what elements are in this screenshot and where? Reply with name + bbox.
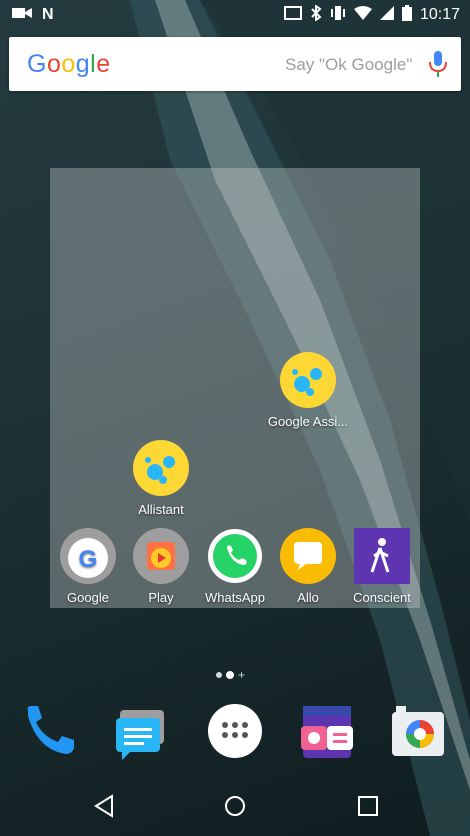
google-logo: Google: [27, 50, 111, 78]
battery-icon: [401, 5, 412, 25]
allo-icon: [280, 528, 336, 584]
recents-button[interactable]: [356, 794, 380, 818]
svg-text:G: G: [79, 546, 98, 573]
camera-icon[interactable]: [388, 704, 444, 760]
play-folder-icon: [133, 528, 189, 584]
back-button[interactable]: [92, 794, 116, 818]
allistant-icon: [133, 440, 189, 496]
app-label: Google: [67, 590, 109, 605]
app-drawer-icon[interactable]: [208, 704, 262, 758]
whatsapp-icon: [207, 528, 263, 584]
signal-icon: [379, 6, 394, 24]
app-allistant[interactable]: Allistant: [116, 440, 206, 517]
video-camera-icon: [12, 6, 32, 24]
app-conscient[interactable]: Conscient: [337, 528, 427, 605]
app-label: Play: [148, 590, 174, 605]
wifi-icon: [353, 6, 372, 24]
news-app-icon[interactable]: [297, 702, 353, 758]
microphone-icon[interactable]: [427, 50, 449, 83]
google-icon: G: [60, 528, 116, 584]
bluetooth-icon: [310, 4, 322, 25]
n-logo-icon: N: [42, 6, 54, 23]
cast-icon: [283, 6, 302, 24]
add-page-icon: +: [238, 668, 246, 682]
app-label: WhatsApp: [205, 590, 265, 605]
app-label: Allo: [297, 590, 319, 605]
page-dot: [216, 672, 222, 678]
phone-icon[interactable]: [20, 702, 76, 758]
app-google-assistant[interactable]: Google Assi...: [263, 352, 353, 429]
status-bar: N 10:17: [0, 0, 470, 30]
app-label: Google Assi...: [267, 414, 349, 429]
clock: 10:17: [419, 6, 460, 23]
page-dot-active: [226, 671, 234, 679]
navigation-bar: [0, 776, 470, 836]
google-search-bar[interactable]: Google Say "Ok Google": [9, 37, 461, 91]
messages-icon[interactable]: [112, 704, 168, 760]
app-label: Allistant: [138, 502, 184, 517]
search-hint: Say "Ok Google": [285, 55, 413, 74]
app-label: Conscient: [353, 590, 411, 605]
assistant-icon: [280, 352, 336, 408]
vibrate-icon: [330, 5, 346, 25]
home-button[interactable]: [223, 794, 247, 818]
walking-person-icon: [354, 528, 410, 584]
page-indicator: +: [216, 668, 245, 682]
